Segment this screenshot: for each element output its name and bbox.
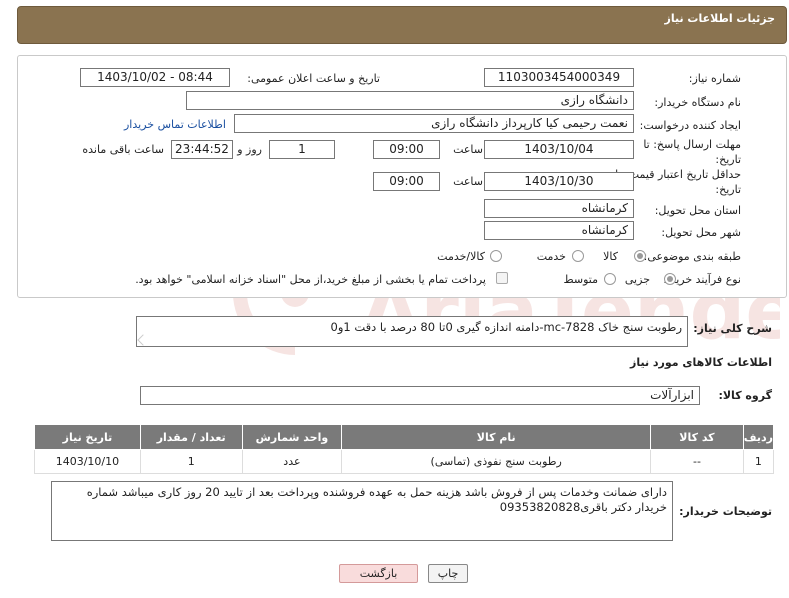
remaining-time-field: 23:44:52 <box>171 140 233 159</box>
goods-group-label: گروه کالا: <box>718 389 772 402</box>
cell-item-name: رطوبت سنج نفوذی (تماسی) <box>341 449 652 474</box>
buyer-org-label: نام دستگاه خریدار: <box>654 96 741 109</box>
col-item-code: کد کالا <box>650 424 744 450</box>
purchase-type-option-medium: متوسط <box>563 273 598 286</box>
resize-handle-icon[interactable] <box>137 334 149 346</box>
deadline-label-line2: تاریخ: <box>715 153 741 166</box>
price-validity-time-field: 09:00 <box>373 172 440 191</box>
treasury-payment-note: پرداخت تمام یا بخشی از مبلغ خرید،از محل … <box>135 273 486 286</box>
cell-need-date: 1403/10/10 <box>34 449 141 474</box>
col-need-date: تاریخ نیاز <box>34 424 141 450</box>
table-row: 1 -- رطوبت سنج نفوذی (تماسی) عدد 1 1403/… <box>34 449 775 474</box>
summary-label: شرح کلی نیاز: <box>693 322 772 335</box>
summary-textarea[interactable]: رطوبت سنج خاک mc-7828-دامنه اندازه گیری … <box>136 316 688 347</box>
buyer-notes-label: توضیحات خریدار: <box>679 505 772 518</box>
creator-field: نعمت رحیمی کیا کارپرداز دانشگاه رازی <box>234 114 634 133</box>
province-field: کرمانشاه <box>484 199 634 218</box>
goods-table: ردیف کد کالا نام کالا واحد شمارش تعداد /… <box>34 424 775 474</box>
price-validity-label-line1: حداقل تاریخ اعتبار قیمت: تا <box>615 168 741 181</box>
summary-text: رطوبت سنج خاک mc-7828-دامنه اندازه گیری … <box>330 320 682 334</box>
buyer-contact-link[interactable]: اطلاعات تماس خریدار <box>124 118 226 131</box>
treasury-payment-checkbox[interactable] <box>496 272 508 284</box>
buyer-notes-textarea[interactable]: دارای ضمانت وخدمات پس از فروش باشد هزینه… <box>51 481 673 541</box>
deadline-label-line1: مهلت ارسال پاسخ: تا <box>643 138 741 151</box>
purchase-type-radio-medium[interactable] <box>604 273 616 285</box>
category-radio-goods-service[interactable] <box>490 250 502 262</box>
page-title: جزئیات اطلاعات نیاز <box>664 12 776 25</box>
goods-group-field: ابزارآلات <box>140 386 700 405</box>
buyer-notes-text: دارای ضمانت وخدمات پس از فروش باشد هزینه… <box>86 485 667 514</box>
col-item-name: نام کالا <box>341 424 652 450</box>
days-label: روز و <box>237 143 262 156</box>
remaining-days-field: 1 <box>269 140 335 159</box>
need-number-label: شماره نیاز: <box>688 72 741 85</box>
purchase-type-radio-minor[interactable] <box>664 273 676 285</box>
city-label: شهر محل تحویل: <box>661 226 741 239</box>
category-radio-goods[interactable] <box>634 250 646 262</box>
remaining-label: ساعت باقی مانده <box>82 143 164 156</box>
category-option-service: خدمت <box>536 250 566 263</box>
col-quantity: تعداد / مقدار <box>139 424 243 450</box>
price-validity-label-line2: تاریخ: <box>715 183 741 196</box>
goods-info-title: اطلاعات کالاهای مورد نیاز <box>630 356 772 369</box>
need-number-field: 1103003454000349 <box>484 68 634 87</box>
deadline-time-label: ساعت <box>453 143 483 156</box>
price-validity-time-label: ساعت <box>453 175 483 188</box>
announce-datetime-label: تاریخ و ساعت اعلان عمومی: <box>247 72 380 85</box>
deadline-time-field: 09:00 <box>373 140 440 159</box>
province-label: استان محل تحویل: <box>654 204 741 217</box>
category-option-goods-service: کالا/خدمت <box>437 250 485 263</box>
category-radio-service[interactable] <box>572 250 584 262</box>
cell-row-number: 1 <box>742 449 775 474</box>
purchase-type-option-minor: جزیی <box>624 273 650 286</box>
goods-table-header: ردیف کد کالا نام کالا واحد شمارش تعداد /… <box>34 424 775 450</box>
category-label: طبقه بندی موضوعی: <box>643 250 741 263</box>
cell-unit: عدد <box>241 449 343 474</box>
cell-quantity: 1 <box>139 449 243 474</box>
col-unit: واحد شمارش <box>241 424 343 450</box>
back-button[interactable]: بازگشت <box>339 564 418 583</box>
print-button[interactable]: چاپ <box>428 564 468 583</box>
col-row-number: ردیف <box>742 424 775 450</box>
city-field: کرمانشاه <box>484 221 634 240</box>
cell-item-code: -- <box>650 449 744 474</box>
creator-label: ایجاد کننده درخواست: <box>639 119 741 132</box>
deadline-date-field: 1403/10/04 <box>484 140 634 159</box>
category-option-goods: کالا <box>603 250 618 263</box>
price-validity-date-field: 1403/10/30 <box>484 172 634 191</box>
buyer-org-field: دانشگاه رازی <box>186 91 634 110</box>
announce-datetime-field: 1403/10/02 - 08:44 <box>80 68 230 87</box>
